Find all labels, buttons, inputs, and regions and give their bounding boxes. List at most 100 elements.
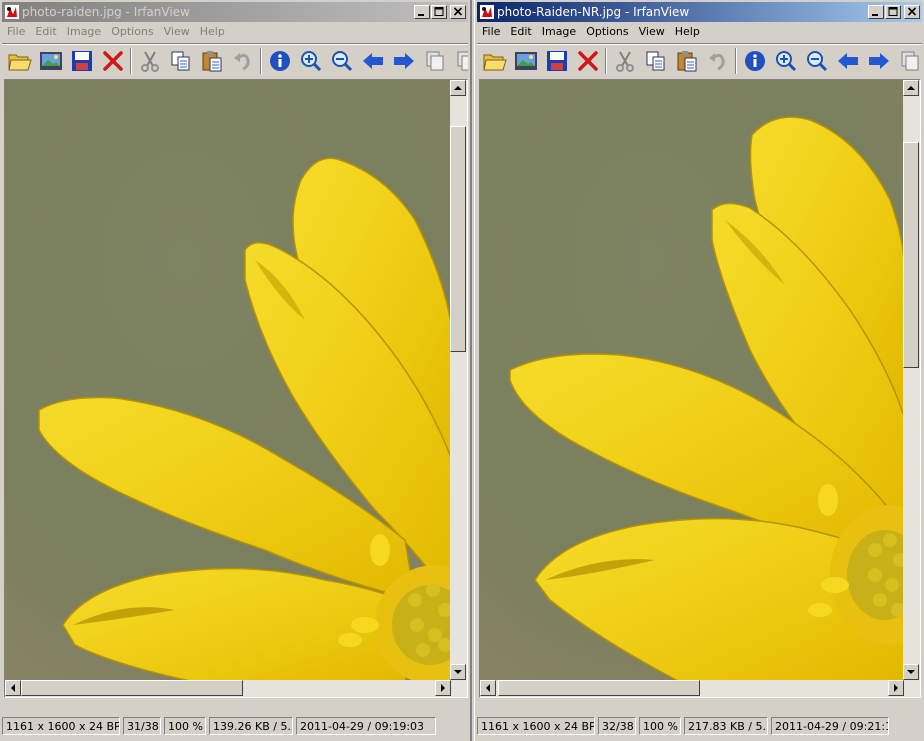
zoom-out-button[interactable]	[801, 46, 832, 76]
arrow-right-icon	[894, 684, 898, 692]
minimize-button[interactable]	[414, 5, 430, 19]
zoom-in-button[interactable]	[770, 46, 801, 76]
menu-edit[interactable]: Edit	[505, 23, 536, 41]
menu-options[interactable]: Options	[106, 23, 158, 41]
arrow-left-icon	[486, 684, 490, 692]
menu-edit[interactable]: Edit	[30, 23, 61, 41]
title-bar[interactable]: photo-raiden.jpg - IrfanView	[2, 2, 468, 22]
menu-file[interactable]: File	[477, 23, 505, 41]
arrow-up-icon	[454, 86, 462, 90]
copy-button[interactable]	[640, 46, 671, 76]
vertical-scroll-thumb[interactable]	[450, 126, 466, 352]
undo-button[interactable]	[227, 46, 258, 76]
previous-button[interactable]	[357, 46, 388, 76]
thumbnails-button[interactable]	[35, 46, 66, 76]
scroll-down-button[interactable]	[450, 664, 466, 680]
zoom-out-button[interactable]	[326, 46, 357, 76]
scroll-left-button[interactable]	[5, 680, 21, 696]
scroll-right-button[interactable]	[435, 680, 451, 696]
window-title: photo-Raiden-NR.jpg - IrfanView	[497, 5, 690, 19]
paste-button[interactable]	[196, 46, 227, 76]
maximize-button[interactable]	[885, 5, 901, 19]
menu-image[interactable]: Image	[537, 23, 581, 41]
minimize-icon	[418, 14, 424, 16]
move-to-button[interactable]	[450, 46, 468, 76]
thumbnails-icon	[514, 51, 537, 70]
menu-bar: File Edit Image Options View Help	[2, 22, 468, 42]
next-arrow-icon	[393, 52, 414, 69]
copy-to-icon	[901, 51, 918, 70]
menu-view[interactable]: View	[634, 23, 670, 41]
menu-file[interactable]: File	[2, 23, 30, 41]
horizontal-scrollbar[interactable]	[480, 680, 904, 697]
open-button[interactable]	[479, 46, 510, 76]
menu-image[interactable]: Image	[62, 23, 106, 41]
cut-icon	[140, 51, 159, 72]
status-dimensions: 1161 x 1600 x 24 BPP	[2, 717, 120, 735]
horizontal-scroll-thumb[interactable]	[21, 680, 243, 696]
copy-to-button[interactable]	[419, 46, 450, 76]
scroll-right-button[interactable]	[888, 680, 904, 696]
image-viewport[interactable]	[479, 79, 921, 698]
status-bar: 1161 x 1600 x 24 BPP 32/38 100 % 217.83 …	[477, 715, 922, 737]
vertical-scrollbar[interactable]	[903, 80, 920, 697]
menu-options[interactable]: Options	[581, 23, 633, 41]
scroll-up-button[interactable]	[903, 80, 919, 96]
save-button[interactable]	[66, 46, 97, 76]
delete-icon	[577, 50, 598, 71]
scroll-up-button[interactable]	[450, 80, 466, 96]
menu-help[interactable]: Help	[670, 23, 705, 41]
cut-button[interactable]	[609, 46, 640, 76]
info-button[interactable]	[264, 46, 295, 76]
paste-button[interactable]	[671, 46, 702, 76]
status-file-index: 32/38	[598, 717, 636, 735]
status-datetime: 2011-04-29 / 09:21:1	[771, 717, 889, 735]
maximize-button[interactable]	[431, 5, 447, 19]
irfanview-app-icon	[5, 5, 19, 19]
cut-button[interactable]	[134, 46, 165, 76]
close-button[interactable]	[450, 5, 466, 19]
minimize-button[interactable]	[868, 5, 884, 19]
next-button[interactable]	[388, 46, 419, 76]
image-viewport[interactable]	[4, 79, 468, 698]
delete-button[interactable]	[97, 46, 128, 76]
toolbar-separator	[735, 47, 737, 74]
previous-button[interactable]	[832, 46, 863, 76]
status-dimensions: 1161 x 1600 x 24 BPP	[477, 717, 595, 735]
minimize-icon	[872, 14, 878, 16]
scroll-left-button[interactable]	[480, 680, 496, 696]
info-button[interactable]	[739, 46, 770, 76]
status-datetime: 2011-04-29 / 09:19:03	[296, 717, 436, 735]
scroll-down-button[interactable]	[903, 664, 919, 680]
delete-button[interactable]	[572, 46, 603, 76]
next-button[interactable]	[863, 46, 894, 76]
previous-arrow-icon	[837, 52, 858, 69]
open-button[interactable]	[4, 46, 35, 76]
horizontal-scrollbar[interactable]	[5, 680, 451, 697]
copy-button[interactable]	[165, 46, 196, 76]
arrow-up-icon	[907, 86, 915, 90]
delete-icon	[102, 50, 123, 71]
copy-to-button[interactable]	[894, 46, 922, 76]
maximize-icon	[888, 7, 898, 16]
vertical-scroll-thumb[interactable]	[903, 142, 919, 368]
undo-button[interactable]	[702, 46, 733, 76]
zoom-in-button[interactable]	[295, 46, 326, 76]
close-icon	[453, 7, 463, 16]
status-zoom: 100 %	[639, 717, 681, 735]
save-button[interactable]	[541, 46, 572, 76]
menu-help[interactable]: Help	[195, 23, 230, 41]
vertical-scrollbar[interactable]	[450, 80, 467, 697]
menu-view[interactable]: View	[159, 23, 195, 41]
arrow-down-icon	[907, 670, 915, 674]
horizontal-scroll-thumb[interactable]	[498, 680, 700, 696]
zoom-in-icon	[775, 50, 796, 71]
thumbnails-icon	[39, 51, 62, 70]
status-file-index: 31/38	[123, 717, 161, 735]
flower-photo	[5, 80, 452, 682]
thumbnails-button[interactable]	[510, 46, 541, 76]
title-bar[interactable]: photo-Raiden-NR.jpg - IrfanView	[477, 2, 922, 22]
toolbar-separator	[130, 47, 132, 74]
close-button[interactable]	[904, 5, 920, 19]
undo-icon	[233, 52, 250, 70]
